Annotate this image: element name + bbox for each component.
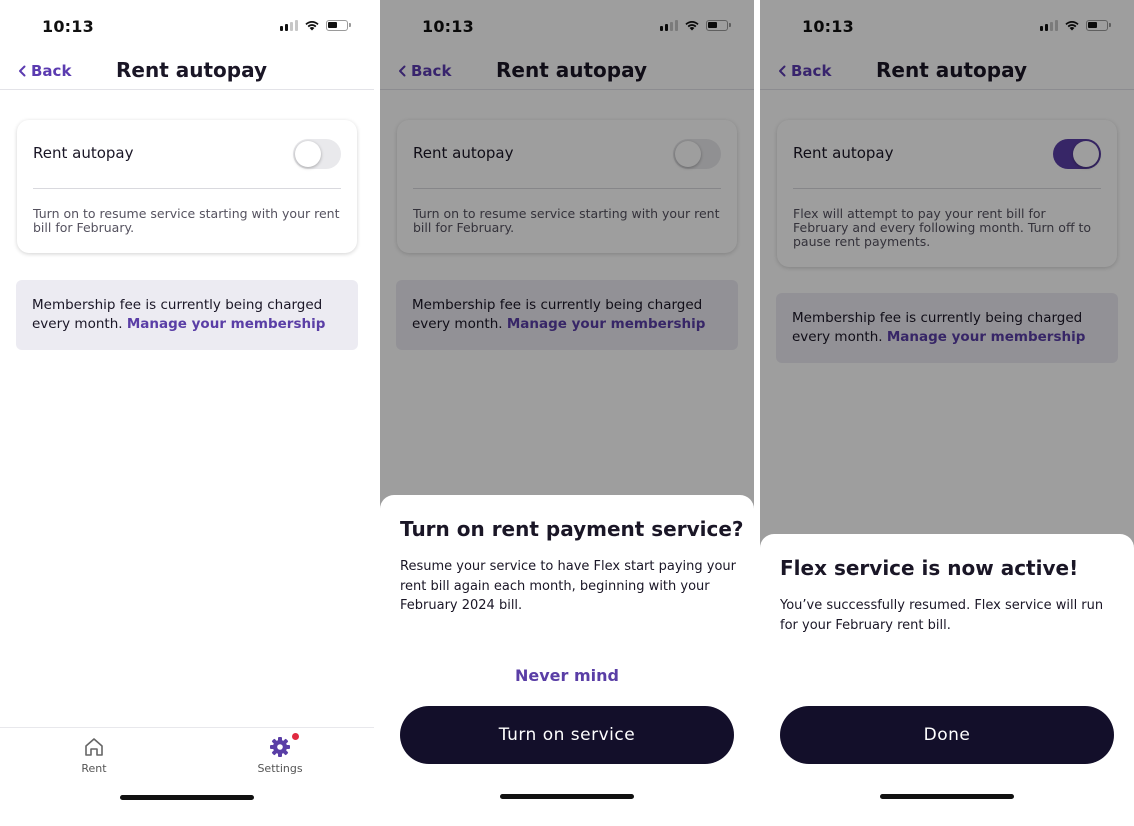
never-mind-button[interactable]: Never mind xyxy=(380,666,754,685)
success-sheet: Flex service is now active! You’ve succe… xyxy=(760,534,1134,826)
success-title: Flex service is now active! xyxy=(780,556,1079,580)
notification-badge xyxy=(292,733,299,740)
success-body: You’ve successfully resumed. Flex servic… xyxy=(780,598,1104,633)
battery-icon xyxy=(326,19,351,31)
screen-success-dialog: 10:13 Back Rent autopay Rent autopay Fle… xyxy=(760,0,1134,826)
tabbar-divider xyxy=(0,727,374,728)
tab-rent-label: Rent xyxy=(81,762,107,775)
confirm-sheet: Turn on rent payment service? Resume you… xyxy=(380,495,754,826)
toggle-knob xyxy=(295,141,321,167)
autopay-row: Rent autopay xyxy=(17,120,357,188)
gear-icon xyxy=(270,737,290,757)
home-indicator xyxy=(500,794,634,799)
status-time: 10:13 xyxy=(42,17,94,36)
signal-icon xyxy=(280,19,298,31)
manage-membership-link[interactable]: Manage your membership xyxy=(127,316,326,332)
wifi-icon xyxy=(305,21,319,31)
confirm-title: Turn on rent payment service? xyxy=(400,517,744,541)
back-label: Back xyxy=(31,62,72,80)
autopay-label: Rent autopay xyxy=(33,144,134,162)
home-indicator xyxy=(880,794,1014,799)
done-button[interactable]: Done xyxy=(780,706,1114,764)
tab-rent[interactable]: Rent xyxy=(54,736,134,775)
page-title: Rent autopay xyxy=(116,58,267,82)
home-icon xyxy=(85,738,103,756)
autopay-description: Turn on to resume service starting with … xyxy=(33,206,340,235)
turn-on-service-button[interactable]: Turn on service xyxy=(400,706,734,764)
back-button[interactable]: Back xyxy=(18,62,71,80)
tab-settings[interactable]: Settings xyxy=(240,733,320,775)
chevron-left-icon xyxy=(19,65,26,77)
autopay-toggle[interactable] xyxy=(293,139,341,169)
confirm-body: Resume your service to have Flex start p… xyxy=(400,559,737,613)
autopay-card: Rent autopay Turn on to resume service s… xyxy=(17,120,357,253)
nav-divider xyxy=(0,89,374,90)
screen-confirm-dialog: 10:13 Back Rent autopay Rent autopay Tur… xyxy=(380,0,754,826)
status-icons xyxy=(280,19,351,31)
screen-autopay-off: 10:13 Back Rent autopay Rent autopay Tur… xyxy=(0,0,374,826)
home-indicator xyxy=(120,795,254,800)
tab-settings-label: Settings xyxy=(257,762,303,775)
stage: 10:13 Back Rent autopay Rent autopay Tur… xyxy=(0,0,1134,826)
membership-notice: Membership fee is currently being charge… xyxy=(16,280,358,350)
